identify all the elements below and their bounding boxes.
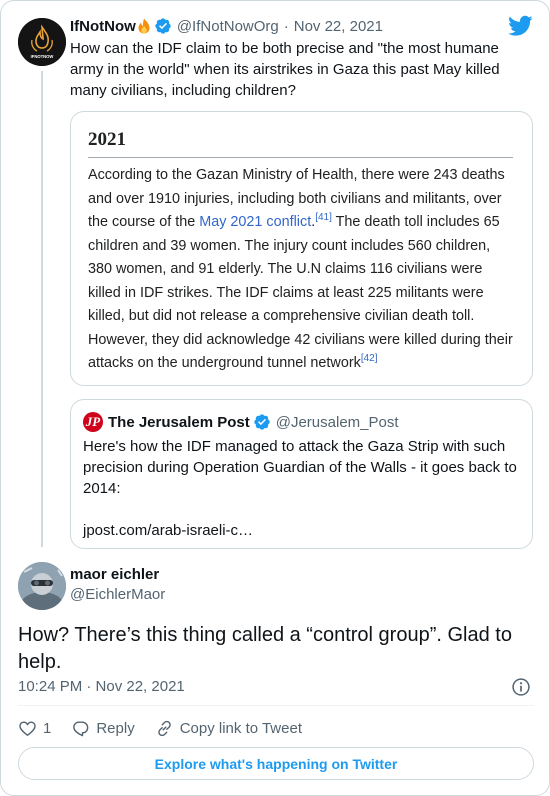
twitter-bird-icon[interactable] (508, 15, 533, 37)
excerpt-link-may-2021-conflict[interactable]: May 2021 conflict (199, 214, 311, 230)
jpost-avatar-letter: JP (85, 414, 101, 429)
parent-tweet-header: IfNotNow @IfNotNowOrg · Nov 22, 2021 (70, 15, 383, 37)
excerpt-body: According to the Gazan Ministry of Healt… (88, 167, 513, 371)
quoted-author-handle: @Jerusalem_Post (275, 413, 399, 431)
main-author-handle[interactable]: @EichlerMaor (70, 586, 165, 603)
link-icon (157, 720, 171, 736)
quoted-tweet-link[interactable]: jpost.com/arab-israeli-c… (83, 520, 523, 541)
tweet-embed-card: IFNOTNOW IfNotNow @IfNotNowOrg · Nov 22,… (0, 0, 550, 796)
tweet-actions-bar: 1 Reply Copy link to Tweet (18, 717, 302, 739)
quoted-tweet-text: Here's how the IDF managed to attack the… (83, 436, 523, 541)
user-photo-icon (18, 562, 66, 610)
verified-badge-icon (254, 414, 270, 430)
citation-42[interactable]: [42] (361, 353, 378, 364)
line-spacer (83, 499, 523, 520)
actions-divider (18, 705, 534, 706)
fire-emoji-icon (138, 18, 150, 34)
ifnotnow-avatar[interactable]: IFNOTNOW (18, 18, 66, 66)
verified-badge-icon (155, 18, 171, 34)
main-tweet-text: How? There’s this thing called a “contro… (18, 624, 512, 673)
quoted-tweet-header: JP The Jerusalem Post @Jerusalem_Post (83, 412, 399, 432)
quoted-author-name: The Jerusalem Post (108, 413, 250, 431)
heart-icon (19, 720, 36, 736)
reply-button[interactable]: Reply (71, 719, 135, 738)
parent-tweet-date[interactable]: Nov 22, 2021 (294, 18, 383, 35)
main-tweet-timestamp[interactable]: 10:24 PM · Nov 22, 2021 (18, 678, 185, 695)
quoted-tweet[interactable]: JP The Jerusalem Post @Jerusalem_Post He… (70, 399, 533, 549)
explore-twitter-button[interactable]: Explore what's happening on Twitter (18, 747, 534, 780)
flame-logo-icon: IFNOTNOW (18, 18, 66, 66)
excerpt-heading: 2021 (88, 129, 126, 150)
parent-author-name[interactable]: IfNotNow (70, 18, 136, 35)
jpost-avatar: JP (83, 412, 103, 432)
svg-text:IFNOTNOW: IFNOTNOW (31, 54, 54, 59)
heading-divider (88, 157, 513, 158)
info-icon[interactable] (511, 677, 531, 697)
parent-author-handle[interactable]: @IfNotNowOrg (177, 18, 279, 35)
maor-eichler-avatar[interactable] (18, 562, 66, 610)
like-button[interactable]: 1 (18, 719, 51, 738)
thread-connector-line (41, 71, 43, 547)
parent-tweet-text: How can the IDF claim to be both precise… (70, 40, 500, 99)
quoted-tweet-body: Here's how the IDF managed to attack the… (83, 438, 517, 497)
tweet-media-image[interactable]: 2021 According to the Gazan Ministry of … (70, 111, 533, 386)
excerpt-text-part2: The death toll includes 65 children and … (88, 214, 513, 371)
copy-link-label: Copy link to Tweet (179, 719, 302, 737)
reply-label: Reply (96, 719, 135, 737)
copy-link-button[interactable]: Copy link to Tweet (155, 719, 302, 738)
header-separator: · (283, 17, 289, 35)
citation-41[interactable]: [41] (315, 212, 332, 223)
like-count: 1 (43, 719, 52, 737)
reply-bubble-icon (73, 720, 89, 736)
main-author-name[interactable]: maor eichler (70, 566, 159, 583)
